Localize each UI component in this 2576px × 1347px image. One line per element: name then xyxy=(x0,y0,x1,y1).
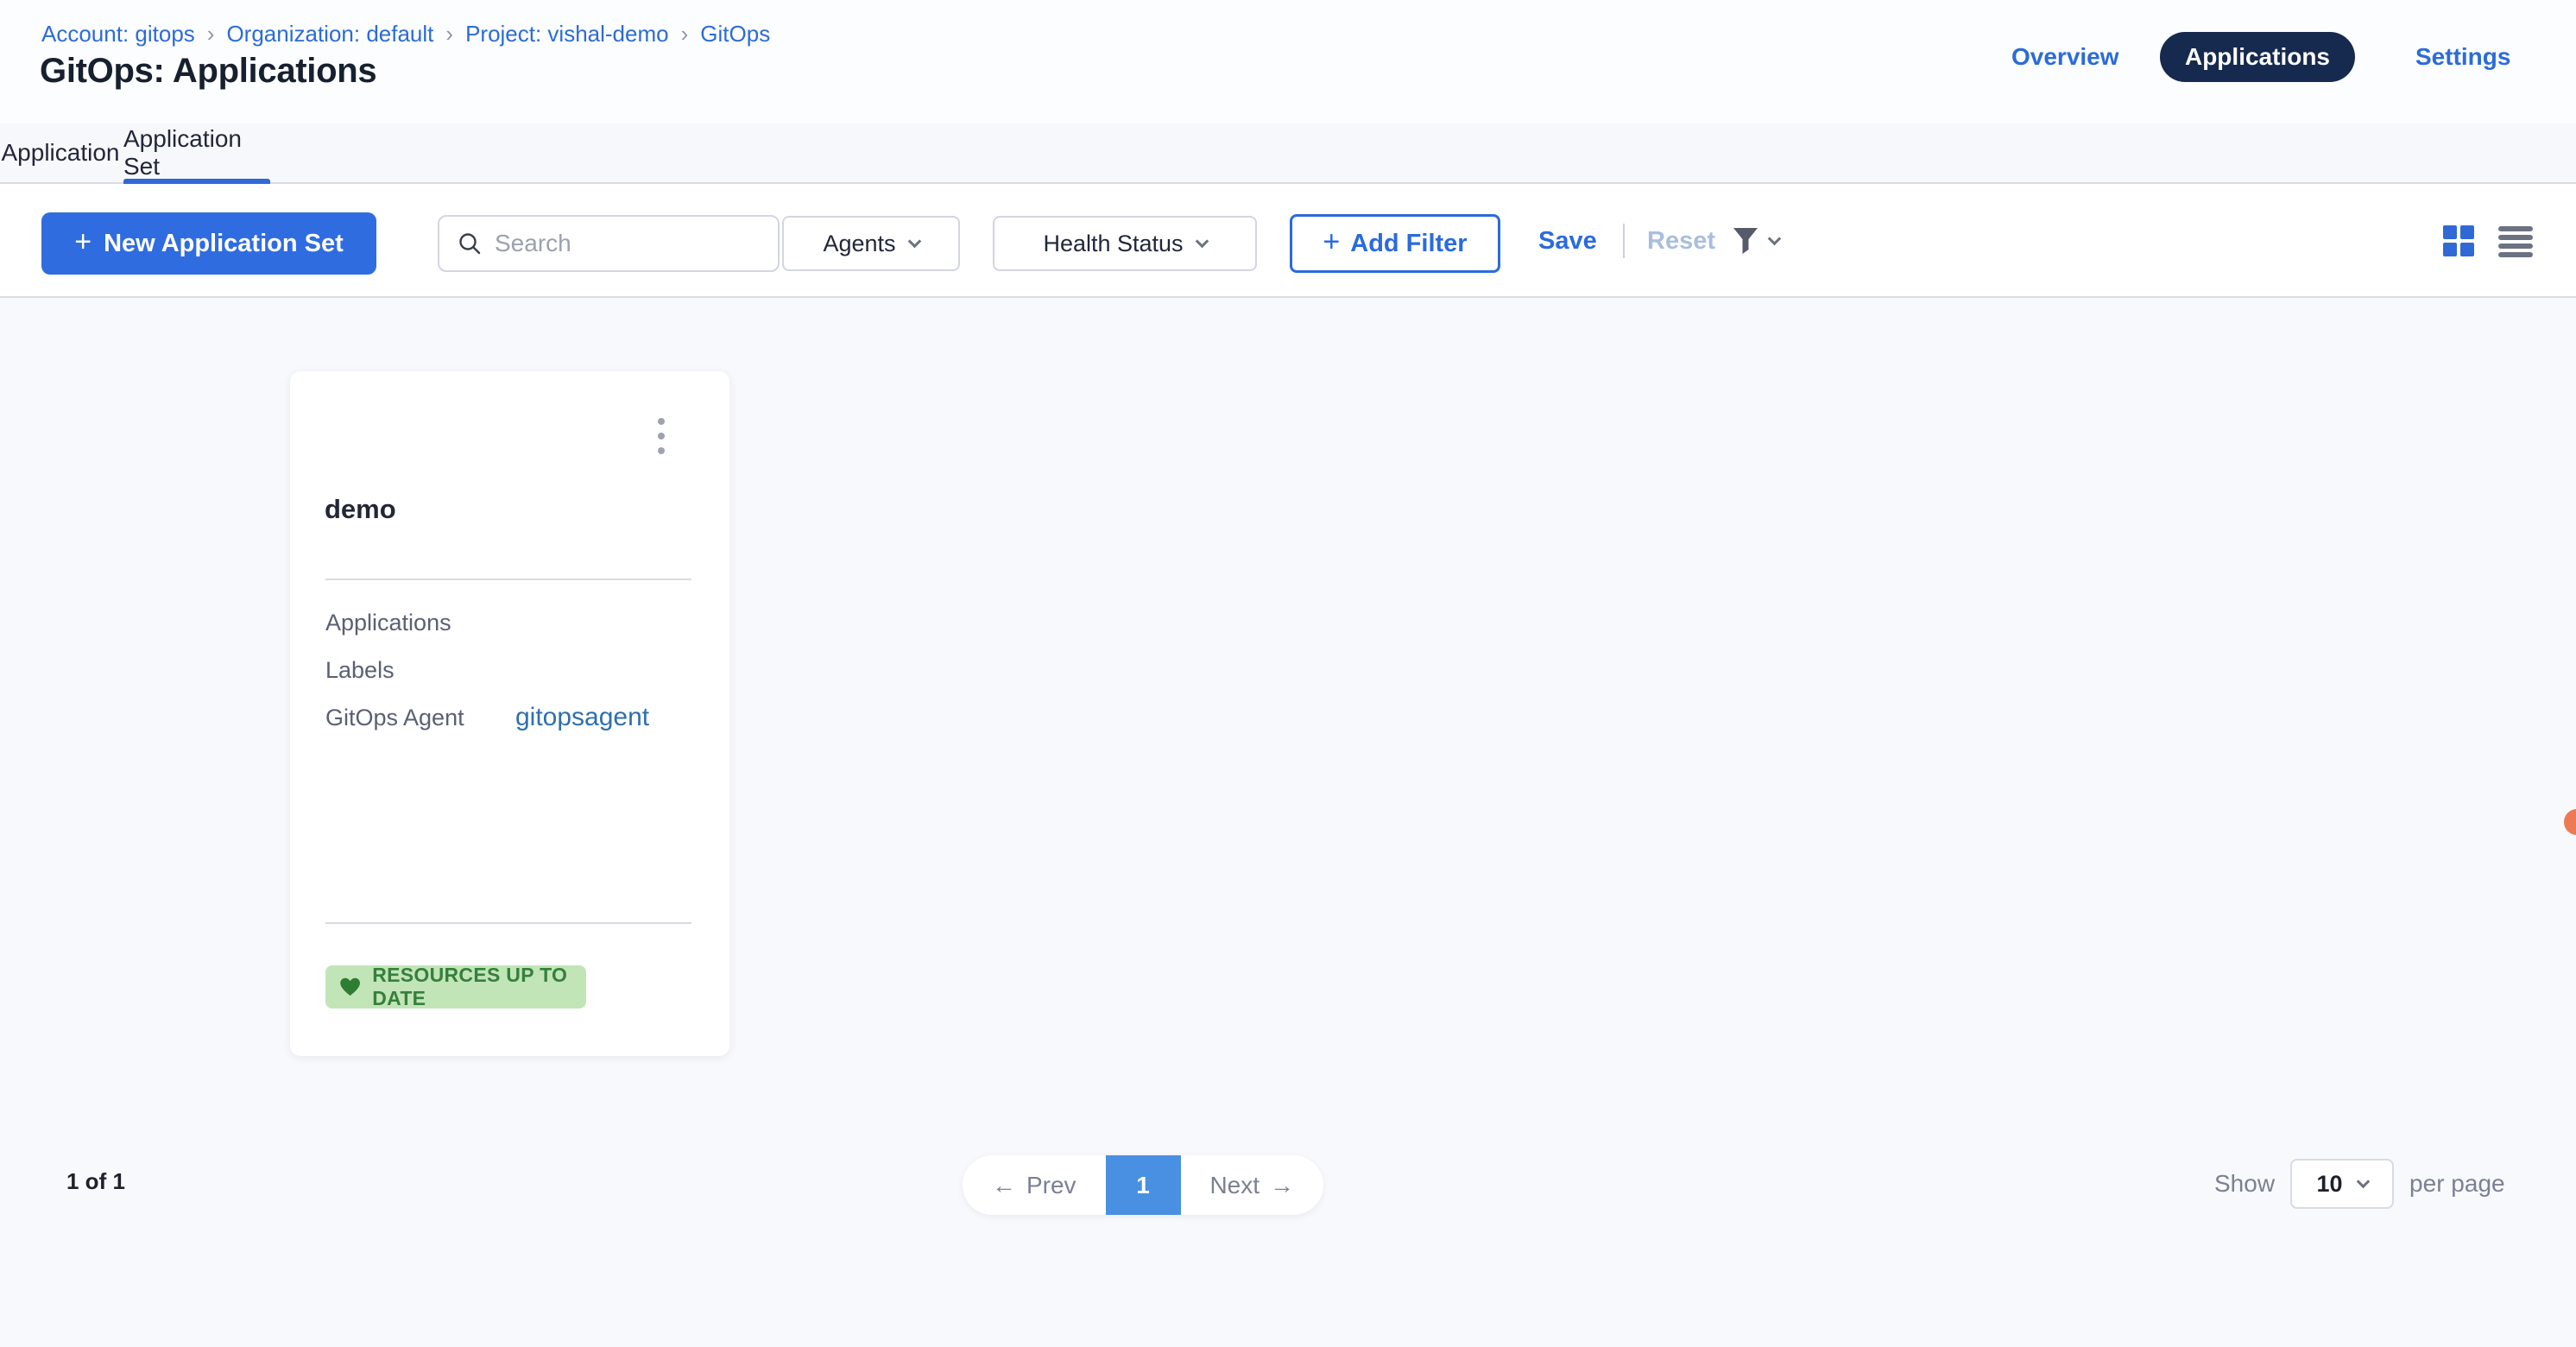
nav-applications-pill[interactable]: Applications xyxy=(2160,32,2355,82)
prev-page-button[interactable]: ← Prev xyxy=(963,1155,1106,1215)
plus-icon: + xyxy=(74,225,92,259)
breadcrumb: Account: gitops › Organization: default … xyxy=(41,21,770,47)
kebab-menu-button[interactable] xyxy=(648,416,674,456)
content-area: demo Applications Labels GitOps Agent gi… xyxy=(0,298,2576,1347)
breadcrumb-separator-icon: › xyxy=(207,21,215,47)
page-title: GitOps: Applications xyxy=(40,52,376,91)
list-view-icon xyxy=(2497,224,2535,258)
field-row-gitops-agent: GitOps Agent gitopsagent xyxy=(325,704,697,731)
arrow-right-icon: → xyxy=(1270,1172,1294,1199)
new-application-set-button[interactable]: + New Application Set xyxy=(41,212,376,275)
card-divider xyxy=(325,922,691,924)
chevron-down-icon xyxy=(1195,234,1209,248)
add-filter-label: Add Filter xyxy=(1350,230,1467,258)
heart-icon xyxy=(339,975,361,999)
search-input[interactable] xyxy=(495,230,754,257)
arrow-left-icon: ← xyxy=(992,1172,1016,1199)
breadcrumb-separator-icon: › xyxy=(681,21,689,47)
field-row-labels: Labels xyxy=(325,656,697,684)
nav-overview-link[interactable]: Overview xyxy=(2011,32,2119,82)
gitops-agent-link[interactable]: gitopsagent xyxy=(515,703,649,732)
search-icon xyxy=(457,231,483,256)
search-box xyxy=(438,215,780,272)
next-page-button[interactable]: Next → xyxy=(1181,1155,1324,1215)
plus-icon: + xyxy=(1323,225,1340,259)
chevron-down-icon xyxy=(1768,231,1782,245)
page-size-value: 10 xyxy=(2317,1171,2343,1198)
grid-view-button[interactable] xyxy=(2441,224,2476,258)
per-page-label: per page xyxy=(2409,1170,2505,1198)
card-divider xyxy=(325,579,691,580)
breadcrumb-organization-link[interactable]: Organization: default xyxy=(226,21,433,47)
chevron-down-icon xyxy=(907,234,921,248)
chevron-down-icon xyxy=(2356,1174,2370,1188)
field-label: Labels xyxy=(325,657,481,684)
breadcrumb-gitops-link[interactable]: GitOps xyxy=(700,21,770,47)
prev-label: Prev xyxy=(1026,1172,1076,1199)
breadcrumb-separator-icon: › xyxy=(445,21,453,47)
field-label: GitOps Agent xyxy=(325,705,481,731)
saved-filters-button[interactable] xyxy=(1730,184,1779,298)
grid-view-icon xyxy=(2441,224,2476,258)
add-filter-button[interactable]: + Add Filter xyxy=(1290,214,1500,273)
page-size-group: Show 10 per page xyxy=(2214,1159,2505,1209)
filter-funnel-icon xyxy=(1730,224,1761,257)
field-row-applications: Applications xyxy=(325,609,697,636)
tab-application-set[interactable]: Application Set xyxy=(123,123,270,182)
page-summary: 1 of 1 xyxy=(66,1168,125,1195)
breadcrumb-project-link[interactable]: Project: vishal-demo xyxy=(465,21,669,47)
agents-filter-select[interactable]: Agents xyxy=(782,216,960,271)
list-view-button[interactable] xyxy=(2497,224,2535,258)
card-fields: Applications Labels GitOps Agent gitopsa… xyxy=(325,609,697,731)
page-1-button[interactable]: 1 xyxy=(1106,1155,1181,1215)
page-size-select[interactable]: 10 xyxy=(2290,1159,2394,1209)
application-set-card[interactable]: demo Applications Labels GitOps Agent gi… xyxy=(290,371,729,1056)
next-label: Next xyxy=(1209,1172,1260,1199)
gitops-applications-page: Account: gitops › Organization: default … xyxy=(0,0,2576,1347)
tab-bar: Application Application Set xyxy=(0,123,2576,184)
new-application-set-label: New Application Set xyxy=(104,230,344,258)
tab-application[interactable]: Application xyxy=(0,123,121,182)
status-badge: RESOURCES UP TO DATE xyxy=(325,965,586,1009)
breadcrumb-account-link[interactable]: Account: gitops xyxy=(41,21,195,47)
health-status-filter-label: Health Status xyxy=(1043,231,1183,257)
save-button[interactable]: Save xyxy=(1538,184,1597,298)
toolbar: + New Application Set Agents Health Stat… xyxy=(0,184,2576,298)
health-status-filter-select[interactable]: Health Status xyxy=(993,216,1257,271)
page-header: Account: gitops › Organization: default … xyxy=(0,0,2576,123)
card-title: demo xyxy=(325,494,396,525)
toolbar-divider xyxy=(1623,224,1625,258)
status-badge-label: RESOURCES UP TO DATE xyxy=(372,964,586,1010)
nav-settings-link[interactable]: Settings xyxy=(2415,32,2510,82)
agents-filter-label: Agents xyxy=(823,231,895,257)
show-label: Show xyxy=(2214,1170,2275,1198)
field-label: Applications xyxy=(325,610,481,636)
pagination: ← Prev 1 Next → xyxy=(963,1155,1323,1215)
reset-button[interactable]: Reset xyxy=(1647,184,1715,298)
